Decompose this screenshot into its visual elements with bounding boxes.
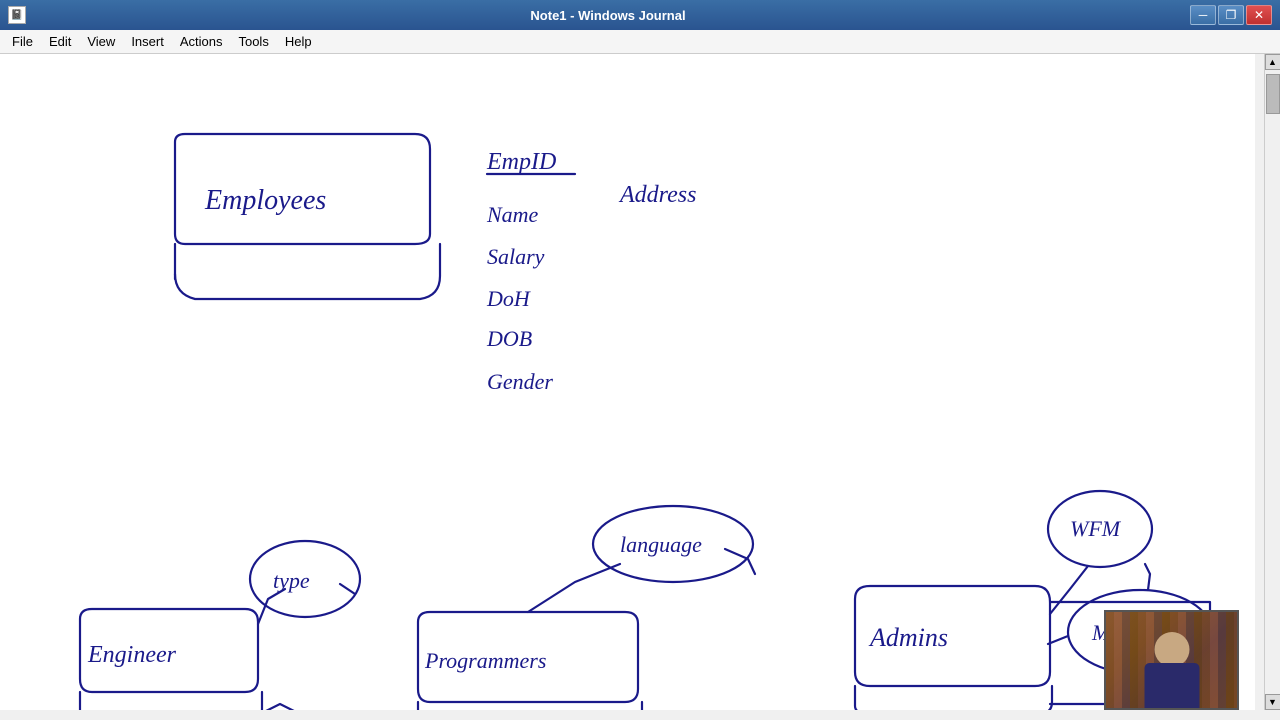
- menu-help[interactable]: Help: [277, 30, 320, 53]
- titlebar: 📓 Note1 - Windows Journal ─ ❐ ✕: [0, 0, 1280, 30]
- scroll-up-button[interactable]: ▲: [1265, 54, 1280, 70]
- app-icon: 📓: [8, 6, 26, 24]
- svg-text:Salary: Salary: [487, 244, 545, 269]
- menu-actions[interactable]: Actions: [172, 30, 231, 53]
- close-button[interactable]: ✕: [1246, 5, 1272, 25]
- svg-text:DOB: DOB: [486, 326, 532, 351]
- svg-text:type: type: [273, 568, 310, 593]
- scroll-thumb[interactable]: [1266, 74, 1280, 114]
- scroll-down-button[interactable]: ▼: [1265, 694, 1280, 710]
- svg-text:EmpID: EmpID: [486, 149, 556, 175]
- menu-insert[interactable]: Insert: [123, 30, 172, 53]
- svg-text:Programmers: Programmers: [424, 648, 546, 673]
- menu-file[interactable]: File: [4, 30, 41, 53]
- svg-text:WFM: WFM: [1070, 516, 1122, 541]
- menu-view[interactable]: View: [79, 30, 123, 53]
- minimize-button[interactable]: ─: [1190, 5, 1216, 25]
- svg-text:Gender: Gender: [487, 369, 553, 394]
- svg-text:Address: Address: [618, 182, 696, 208]
- titlebar-left: 📓: [8, 6, 26, 24]
- svg-text:Employees: Employees: [204, 185, 326, 216]
- menu-edit[interactable]: Edit: [41, 30, 79, 53]
- person-head: [1154, 632, 1189, 667]
- person-body: [1144, 663, 1199, 708]
- svg-text:Admins: Admins: [868, 623, 948, 652]
- svg-text:Name: Name: [486, 202, 539, 227]
- menubar: File Edit View Insert Actions Tools Help: [0, 30, 1280, 54]
- titlebar-controls: ─ ❐ ✕: [1190, 5, 1272, 25]
- drawing-canvas[interactable]: .hw { stroke: #1a1a8a; stroke-width: 2.2…: [0, 54, 1255, 710]
- svg-text:language: language: [620, 532, 702, 557]
- svg-text:Engineer: Engineer: [87, 642, 177, 668]
- webcam-overlay: [1104, 610, 1239, 710]
- svg-text:DoH: DoH: [486, 286, 531, 311]
- restore-button[interactable]: ❐: [1218, 5, 1244, 25]
- webcam-feed: [1106, 612, 1237, 708]
- scrollbar-right[interactable]: ▲ ▼: [1264, 54, 1280, 710]
- titlebar-title: Note1 - Windows Journal: [26, 8, 1190, 23]
- canvas-area[interactable]: .hw { stroke: #1a1a8a; stroke-width: 2.2…: [0, 54, 1255, 710]
- main-layout: .hw { stroke: #1a1a8a; stroke-width: 2.2…: [0, 54, 1280, 710]
- menu-tools[interactable]: Tools: [230, 30, 276, 53]
